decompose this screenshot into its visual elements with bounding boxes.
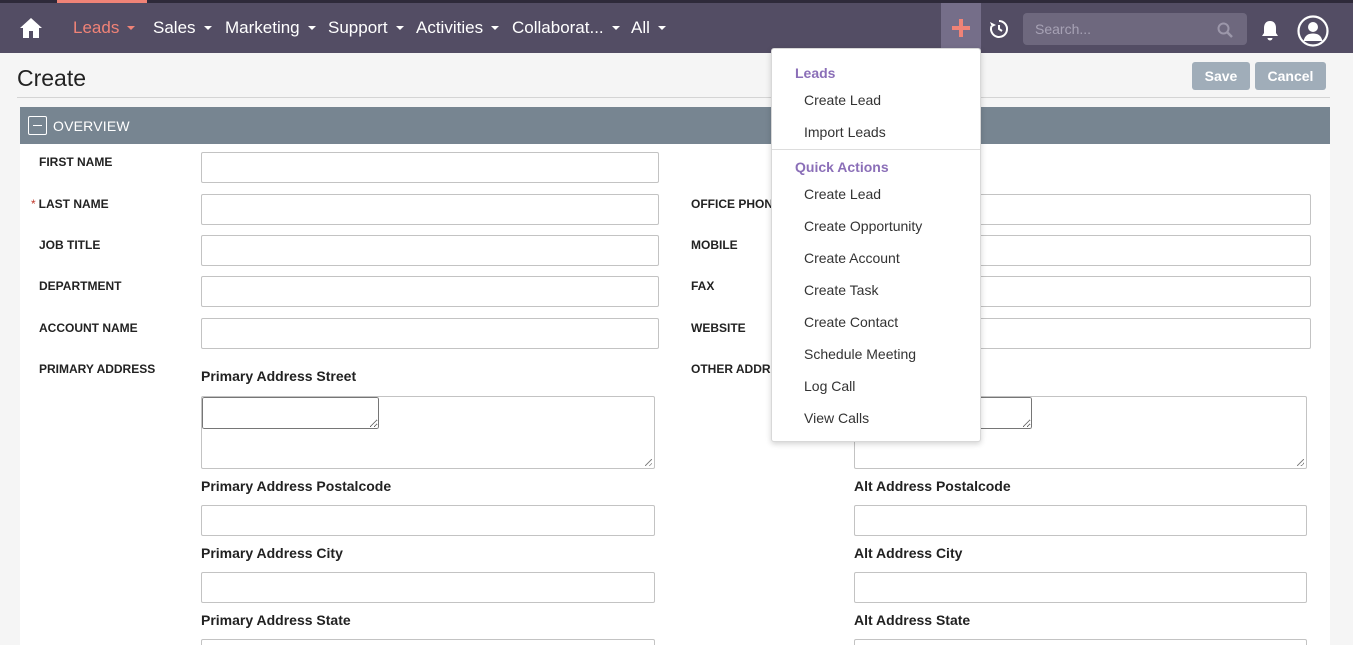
overview-panel: OVERVIEW FIRST NAME * LAST NAME JOB TITLE… [20, 107, 1330, 645]
quick-create-menu: Leads Create Lead Import Leads Quick Act… [771, 48, 981, 442]
primary-street-label: Primary Address Street [201, 368, 357, 384]
website-label: WEBSITE [691, 321, 746, 335]
last-name-label: * LAST NAME [31, 197, 109, 211]
nav-item-activities[interactable]: Activities [416, 3, 500, 53]
nav-item-collaboration[interactable]: Collaborat... [512, 3, 620, 53]
chevron-down-icon [491, 25, 500, 30]
nav-label: Sales [153, 18, 196, 37]
alt-state-label: Alt Address State [854, 612, 971, 628]
other-address-label: OTHER ADDR [691, 362, 771, 376]
alt-postalcode-field[interactable] [854, 505, 1307, 536]
primary-city-input[interactable] [202, 573, 654, 602]
search-icon[interactable] [1217, 22, 1233, 38]
chevron-down-icon [395, 25, 404, 30]
chevron-down-icon [611, 25, 620, 30]
home-icon[interactable] [18, 15, 44, 41]
job-title-field[interactable] [201, 235, 659, 266]
bell-icon[interactable] [1260, 19, 1280, 41]
search-input[interactable] [1023, 13, 1247, 45]
nav-item-sales[interactable]: Sales [153, 3, 212, 53]
alt-city-label: Alt Address City [854, 545, 963, 561]
plus-icon-stroke [959, 19, 963, 37]
menu-item-create-opportunity[interactable]: Create Opportunity [804, 218, 922, 234]
first-name-label: FIRST NAME [39, 155, 113, 169]
account-name-label: ACCOUNT NAME [39, 321, 138, 335]
job-title-label: JOB TITLE [39, 238, 101, 252]
panel-header[interactable]: OVERVIEW [20, 107, 1330, 144]
job-title-input[interactable] [202, 236, 658, 265]
alt-city-field[interactable] [854, 572, 1307, 603]
last-name-field[interactable] [201, 194, 659, 225]
primary-street-input[interactable] [202, 397, 379, 429]
nav-label: All [631, 18, 650, 37]
collapse-icon[interactable] [28, 116, 47, 135]
chevron-down-icon [127, 25, 136, 30]
nav-item-leads[interactable]: Leads [56, 0, 148, 53]
department-label: DEPARTMENT [39, 279, 122, 293]
fax-label: FAX [691, 279, 715, 293]
last-name-input[interactable] [202, 195, 658, 224]
menu-header-leads: Leads [795, 65, 836, 81]
primary-state-input[interactable] [202, 640, 654, 645]
nav-label: Activities [416, 18, 484, 37]
primary-postalcode-input[interactable] [202, 506, 654, 535]
menu-divider [772, 149, 980, 150]
menu-item-create-lead[interactable]: Create Lead [804, 92, 881, 108]
alt-state-field[interactable] [854, 639, 1307, 645]
first-name-field[interactable] [201, 152, 659, 183]
primary-street-textarea[interactable] [201, 396, 655, 469]
primary-address-label: PRIMARY ADDRESS [39, 362, 156, 376]
cancel-button[interactable]: Cancel [1255, 62, 1326, 90]
chevron-down-icon [657, 25, 666, 30]
primary-city-label: Primary Address City [201, 545, 343, 561]
primary-state-field[interactable] [201, 639, 655, 645]
nav-label: Support [328, 18, 388, 37]
top-navigation-bar: Leads Sales Marketing Support Activities… [0, 0, 1353, 53]
menu-item-create-account[interactable]: Create Account [804, 250, 900, 266]
chevron-down-icon [307, 25, 316, 30]
menu-item-log-call[interactable]: Log Call [804, 378, 855, 394]
nav-item-all[interactable]: All [631, 3, 666, 53]
menu-item-create-contact[interactable]: Create Contact [804, 314, 898, 330]
panel-title: OVERVIEW [53, 118, 130, 134]
last-name-label-text: LAST NAME [38, 197, 109, 211]
page-title: Create [17, 65, 87, 91]
nav-label: Leads [73, 18, 120, 37]
nav-label: Marketing [225, 18, 300, 37]
mobile-label: MOBILE [691, 238, 738, 252]
divider [17, 97, 1330, 98]
nav-label: Collaborat... [512, 18, 604, 37]
menu-header-quick-actions: Quick Actions [795, 159, 889, 175]
first-name-input[interactable] [202, 153, 658, 182]
user-icon[interactable] [1297, 15, 1329, 47]
menu-item-quick-create-lead[interactable]: Create Lead [804, 186, 881, 202]
menu-item-view-calls[interactable]: View Calls [804, 410, 869, 426]
department-field[interactable] [201, 276, 659, 307]
nav-item-support[interactable]: Support [328, 3, 404, 53]
nav-item-marketing[interactable]: Marketing [225, 3, 316, 53]
primary-postalcode-field[interactable] [201, 505, 655, 536]
menu-item-schedule-meeting[interactable]: Schedule Meeting [804, 346, 916, 362]
menu-item-import-leads[interactable]: Import Leads [804, 124, 886, 140]
alt-postalcode-input[interactable] [855, 506, 1306, 535]
alt-city-input[interactable] [855, 573, 1306, 602]
history-icon[interactable] [989, 19, 1009, 39]
alt-state-input[interactable] [855, 640, 1306, 645]
required-marker: * [31, 197, 36, 211]
primary-state-label: Primary Address State [201, 612, 351, 628]
alt-postalcode-label: Alt Address Postalcode [854, 478, 1011, 494]
primary-postalcode-label: Primary Address Postalcode [201, 478, 392, 494]
primary-city-field[interactable] [201, 572, 655, 603]
office-phone-label: OFFICE PHON [691, 197, 774, 211]
menu-item-create-task[interactable]: Create Task [804, 282, 878, 298]
quick-create-button[interactable] [941, 3, 981, 53]
account-name-field[interactable] [201, 318, 659, 349]
save-button[interactable]: Save [1192, 62, 1250, 90]
account-name-input[interactable] [202, 319, 658, 348]
global-search [1023, 13, 1247, 45]
department-input[interactable] [202, 277, 658, 306]
chevron-down-icon [203, 25, 212, 30]
